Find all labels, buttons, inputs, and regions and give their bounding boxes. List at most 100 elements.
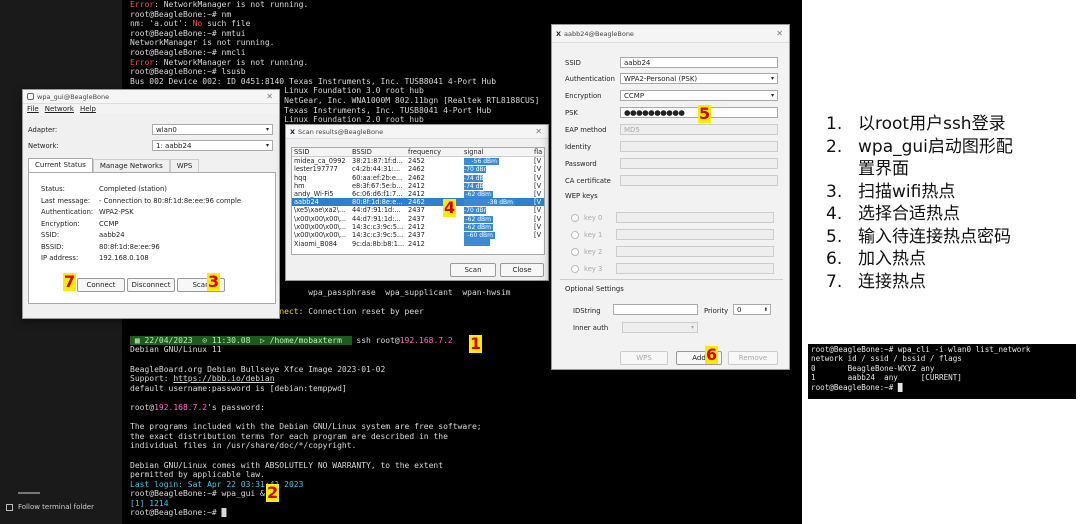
terminal-line: root@BeagleBone:~# nm [130,10,802,20]
inner-auth-select[interactable]: ▾ [622,322,698,333]
menu-help[interactable]: Help [80,104,96,115]
wpa-gui-window: wpa_gui@BeagleBone ✕ File Network Help A… [22,89,280,319]
marker-3: 3 [207,272,221,291]
status-value: 80:8f:1d:8e:ee:96 [99,242,160,251]
terminal-text: https://bbb.io/debian [173,374,275,384]
close-icon[interactable]: ✕ [266,92,273,101]
scan-row[interactable]: \x00\x00\x00\... 14:3c:c3:9c:5... 2412 -62 … [292,223,544,231]
terminal-text: Bus 002 Device 002: ID 0451:8140 Texas I… [130,76,497,86]
scan-row[interactable]: hm e8:3f:67:5e:b... 2412 -74 dBm [V [292,181,544,190]
close-icon[interactable]: ✕ [535,127,542,136]
scan-cell-flags [532,239,544,248]
scan-row[interactable]: midea_ca_0992 38:21:87:1f:d... 2452 -56 dBm… [292,157,544,166]
marker-4: 4 [443,198,457,217]
cli-line: network id / ssid / bssid / flags [811,354,962,364]
disconnect-button[interactable]: Disconnect [127,278,175,292]
scan-cell-freq: 2412 [408,239,425,248]
wep-key-field[interactable] [616,246,774,257]
tab-manage-networks[interactable]: Manage Networks [92,159,170,172]
eap-select[interactable]: MD5 [620,124,778,135]
tab-current-status[interactable]: Current Status [28,158,93,172]
follow-checkbox[interactable] [6,503,13,511]
wep-key-radio[interactable] [571,247,579,256]
status-value: 192.168.0.108 [99,254,149,262]
status-value: aabb24 [99,231,125,239]
scan-row[interactable]: \x00\x00\x00\... 14:3c:c3:9c:5... 2437 -60 … [292,231,544,240]
close-icon[interactable]: ✕ [776,29,783,38]
inner-auth-label: Inner auth [573,324,609,332]
scan-header-cell[interactable]: SSID [292,148,350,157]
step-number: 4. [826,204,843,224]
step-number: 6. [826,249,843,269]
scan-row[interactable]: aabb24 80:8f:1d:8e:e... 2462 -38 dBm [V [292,198,544,207]
wep-key-radio[interactable] [571,213,579,222]
scan-row[interactable]: lester197777 c4:2b:44:31:... 2462 -70 dBm [V [292,165,544,174]
wep-key-field[interactable] [616,229,774,240]
scan-row[interactable]: hqq 60:aa:ef:2b:e... 2462 -74 dBm [V [292,174,544,182]
scan-cell-ssid: aabb24 [294,198,319,207]
network-label: Network: [28,142,59,150]
tab-wps[interactable]: WPS [169,159,200,172]
wps-button[interactable]: WPS [620,351,668,365]
remove-button[interactable]: Remove [728,351,778,365]
status-key: Status: [41,185,65,193]
signal-bar: -38 dBm [464,199,515,207]
status-key: BSSID: [41,242,64,251]
cli-line: root@BeagleBone:~# wpa_cli -i wlan0 list… [811,345,1031,354]
scan-row[interactable]: andy_Wi-Fi5 6c:06:d6:f1:7... 2412 -62 dBm [V [292,190,544,199]
wep-label: WEP keys [565,192,598,200]
ssid-field[interactable]: aabb24 [620,57,778,68]
scan-header-cell[interactable]: fla [532,148,544,157]
status-value: - Connection to 80:8f:1d:8e:ee:96 comple [99,196,242,205]
terminal-text: root@BeagleBone:~# wpa_gui & [130,489,265,499]
scan-cell-signal: -62 dBm [462,223,532,231]
scan-cell-freq: 2412 [408,181,425,190]
scan-header-cell[interactable]: BSSID [350,148,406,157]
scan-row[interactable]: Xiaomi_B084 9c:da:8b:b8:1... 2412 [292,239,544,248]
wep-key-field[interactable] [616,212,774,223]
wep-key-radio[interactable] [571,264,579,273]
auth-select[interactable]: WPA2-Personal (PSK) ▾ [620,73,778,84]
signal-bar: -60 dBm [464,232,495,240]
scan-row[interactable]: \xe5\xae\xa2\... 44:d7:91:1d:... 2437 -70 d… [292,206,544,215]
wep-key-radio[interactable] [571,230,579,239]
priority-stepper[interactable]: 0 ⬍ [733,304,771,315]
password-field[interactable] [620,158,778,169]
scan-row[interactable]: \x00\x00\x00\... 44:d7:91:1d:... 2437 -62 d… [292,215,544,223]
scan-cell-flags: [V [534,157,542,166]
scan-cell-flags: [V [534,165,542,174]
marker-1: 1 [469,334,483,353]
encryption-select[interactable]: CCMP ▾ [620,90,778,101]
step-item: 5. 输入待连接热点密码 [826,226,1013,249]
step-item: 2. wpa_gui启动图形配 [826,136,1013,159]
idstring-label: IDString [573,307,601,315]
menu-network[interactable]: Network [45,104,74,115]
scan-close-button[interactable]: Close [500,263,544,277]
identity-field[interactable] [620,141,778,152]
wep-key-field[interactable] [616,263,774,274]
terminal-text: ▦ 22/04/2023 ⊙ 11:30.08 ▷ /home/mobaxter… [130,335,352,345]
follow-terminal-folder[interactable]: Follow terminal folder [6,503,94,511]
terminal-text: [1] 1214 [130,498,169,508]
scan-cell-ssid: hm [294,181,305,190]
scan-again-button[interactable]: Scan [450,263,496,277]
idstring-field[interactable] [613,304,698,315]
adapter-select[interactable]: wlan0 ▾ [152,124,273,135]
step-text: 输入待连接热点密码 [858,226,1011,247]
scan-header-cell[interactable]: signal [462,148,532,157]
status-row: Status: Completed (station) [41,185,259,197]
terminal-line: root@192.168.7.2's password: [130,403,802,413]
terminal-text: : Connection reset by peer [298,307,424,316]
step-item: 6. 加入热点 [826,248,1013,271]
terminal-text: No [192,19,203,29]
scan-table[interactable]: SSID BSSID frequency signal fla midea_ca_099… [291,147,545,255]
scan-header-cell[interactable]: frequency [406,148,462,157]
follow-label: Follow terminal folder [18,503,94,511]
connect-button[interactable]: Connect [77,278,125,292]
menu-file[interactable]: File [27,104,39,115]
scan-cell-bssid: e8:3f:67:5e:b... [352,181,403,190]
scan-cell-signal: -74 dBm [462,174,532,182]
network-select[interactable]: 1: aabb24 ▾ [152,140,273,151]
ca-field[interactable] [620,175,778,186]
